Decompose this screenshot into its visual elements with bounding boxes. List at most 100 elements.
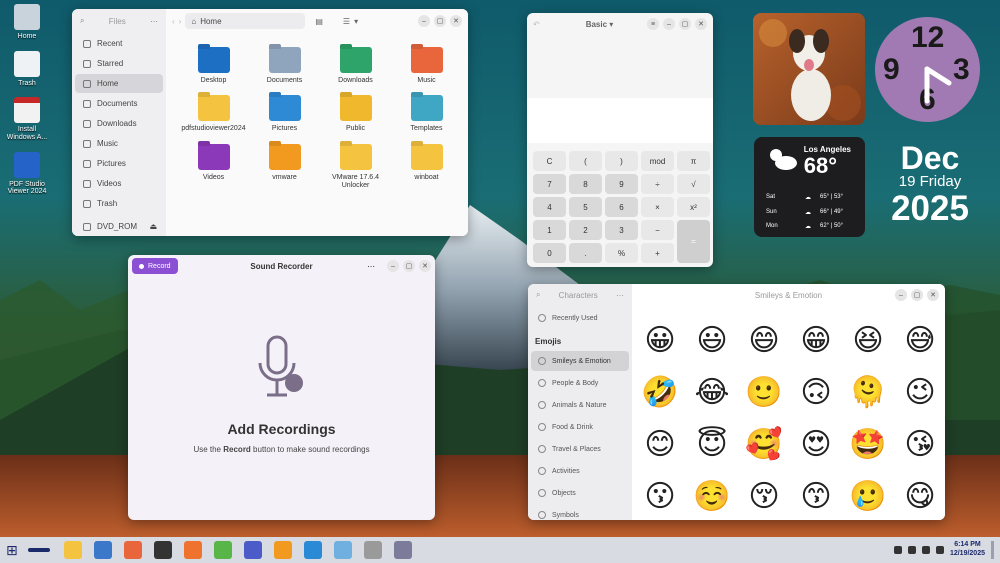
sidebar-item-dvd-rom[interactable]: DVD_ROM ⏏ (75, 217, 163, 236)
folder-item[interactable]: Desktop (178, 47, 249, 85)
taskbar-app-icon[interactable] (393, 541, 412, 559)
calc-key[interactable]: 5 (569, 197, 602, 217)
calc-key[interactable]: 7 (533, 174, 566, 194)
taskbar-app-icon[interactable] (243, 541, 262, 559)
emoji-cell[interactable]: 😘 (894, 418, 945, 470)
workspace-indicator[interactable] (27, 548, 50, 552)
record-button[interactable]: Record (132, 258, 178, 274)
sidebar-item-category[interactable]: Travel & Places (531, 439, 629, 459)
folder-item[interactable]: Music (391, 47, 462, 85)
taskbar-app-icon[interactable] (93, 541, 112, 559)
taskbar-app-icon[interactable] (63, 541, 82, 559)
taskbar-app-icon[interactable] (303, 541, 322, 559)
minimize-button[interactable]: – (663, 18, 675, 30)
sidebar-item-downloads[interactable]: Downloads (75, 114, 163, 133)
calc-key[interactable]: 9 (605, 174, 638, 194)
sidebar-item-category[interactable]: Food & Drink (531, 417, 629, 437)
calc-key[interactable]: × (641, 197, 674, 217)
search-icon[interactable]: ⌕ (80, 16, 84, 26)
calc-key[interactable]: 0 (533, 243, 566, 263)
folder-item[interactable]: Downloads (320, 47, 391, 85)
taskbar-app-icon[interactable] (153, 541, 172, 559)
minimize-button[interactable]: – (895, 289, 907, 301)
maximize-button[interactable]: ▢ (403, 260, 415, 272)
desktop-icon-install-windows[interactable]: Install Windows A... (4, 97, 50, 141)
calc-key[interactable]: π (677, 151, 710, 171)
calc-key[interactable]: − (641, 220, 674, 240)
desktop-icon-home[interactable]: Home (4, 4, 50, 41)
emoji-cell[interactable]: 🙃 (790, 366, 842, 418)
calc-key[interactable]: . (569, 243, 602, 263)
calc-key[interactable]: 2 (569, 220, 602, 240)
power-icon[interactable] (935, 546, 944, 554)
folder-item[interactable]: Public (320, 95, 391, 133)
emoji-cell[interactable]: 😅 (894, 314, 945, 366)
calc-key[interactable]: √ (677, 174, 710, 194)
emoji-cell[interactable]: 🙂 (738, 366, 790, 418)
sidebar-item-recent[interactable]: Recent (75, 34, 163, 53)
taskbar-app-icon[interactable] (183, 541, 202, 559)
emoji-cell[interactable]: 😂 (686, 366, 738, 418)
network-icon[interactable] (907, 546, 916, 554)
calc-key[interactable]: % (605, 243, 638, 263)
emoji-cell[interactable]: 😉 (894, 366, 945, 418)
calc-key[interactable]: = (677, 220, 710, 263)
minimize-button[interactable]: – (418, 15, 430, 27)
folder-item[interactable]: Templates (391, 95, 462, 133)
taskbar-app-icon[interactable] (273, 541, 292, 559)
sidebar-item-trash[interactable]: Trash (75, 194, 163, 213)
emoji-cell[interactable]: 🥲 (842, 470, 894, 520)
sidebar-item-videos[interactable]: Videos (75, 174, 163, 193)
calc-key[interactable]: 4 (533, 197, 566, 217)
maximize-button[interactable]: ▢ (911, 289, 923, 301)
menu-button[interactable]: ≡ (647, 18, 659, 30)
folder-item[interactable]: Videos (178, 143, 249, 191)
emoji-cell[interactable]: 😆 (842, 314, 894, 366)
back-icon[interactable]: ‹ (172, 17, 175, 26)
maximize-button[interactable]: ▢ (434, 15, 446, 27)
close-button[interactable]: ✕ (450, 15, 462, 27)
taskbar-app-icon[interactable] (333, 541, 352, 559)
calc-key[interactable]: ( (569, 151, 602, 171)
desktop-icon-pdf-studio[interactable]: PDF Studio Viewer 2024 (4, 151, 50, 196)
taskbar-app-icon[interactable] (363, 541, 382, 559)
mode-selector[interactable]: Basic ▾ (586, 20, 614, 29)
emoji-cell[interactable]: 🫠 (842, 366, 894, 418)
emoji-cell[interactable]: 😚 (738, 470, 790, 520)
eject-icon[interactable]: ⏏ (149, 222, 157, 231)
sidebar-item-category[interactable]: Smileys & Emotion (531, 351, 629, 371)
emoji-cell[interactable]: 🥰 (738, 418, 790, 470)
show-desktop-button[interactable] (991, 541, 994, 559)
calc-key[interactable]: mod (641, 151, 674, 171)
calc-key[interactable]: 8 (569, 174, 602, 194)
calc-key[interactable]: + (641, 243, 674, 263)
sidebar-item-starred[interactable]: Starred (75, 54, 163, 73)
sidebar-item-category[interactable]: Activities (531, 461, 629, 481)
sidebar-item-music[interactable]: Music (75, 134, 163, 153)
menu-icon[interactable]: ⋯ (367, 262, 375, 271)
calc-key[interactable]: x² (677, 197, 710, 217)
sidebar-item-category[interactable]: Objects (531, 483, 629, 503)
calc-key[interactable]: 6 (605, 197, 638, 217)
taskbar-clock[interactable]: 6:14 PM 12/19/2025 (950, 541, 985, 559)
folder-item[interactable]: VMware 17.6.4 Unlocker (320, 143, 391, 191)
emoji-cell[interactable]: 😙 (790, 470, 842, 520)
folder-item[interactable]: Pictures (249, 95, 320, 133)
close-button[interactable]: ✕ (695, 18, 707, 30)
calculator-display[interactable] (527, 98, 713, 143)
minimize-button[interactable]: – (387, 260, 399, 272)
folder-item[interactable]: pdfstudioviewer2024 (178, 95, 249, 133)
close-button[interactable]: ✕ (419, 260, 431, 272)
view-options-icon[interactable]: ▤ (315, 17, 323, 26)
eject-icon[interactable] (893, 546, 902, 554)
sidebar-item-category[interactable]: Animals & Nature (531, 395, 629, 415)
search-icon[interactable]: ⌕ (536, 290, 540, 300)
emoji-cell[interactable]: 😇 (686, 418, 738, 470)
emoji-cell[interactable]: 😋 (894, 470, 945, 520)
menu-icon[interactable]: ⋯ (616, 291, 624, 300)
volume-icon[interactable] (921, 546, 930, 554)
sidebar-item-category[interactable]: Symbols (531, 505, 629, 520)
calc-key[interactable]: C (533, 151, 566, 171)
emoji-cell[interactable]: 😄 (738, 314, 790, 366)
emoji-cell[interactable]: 😀 (634, 314, 686, 366)
